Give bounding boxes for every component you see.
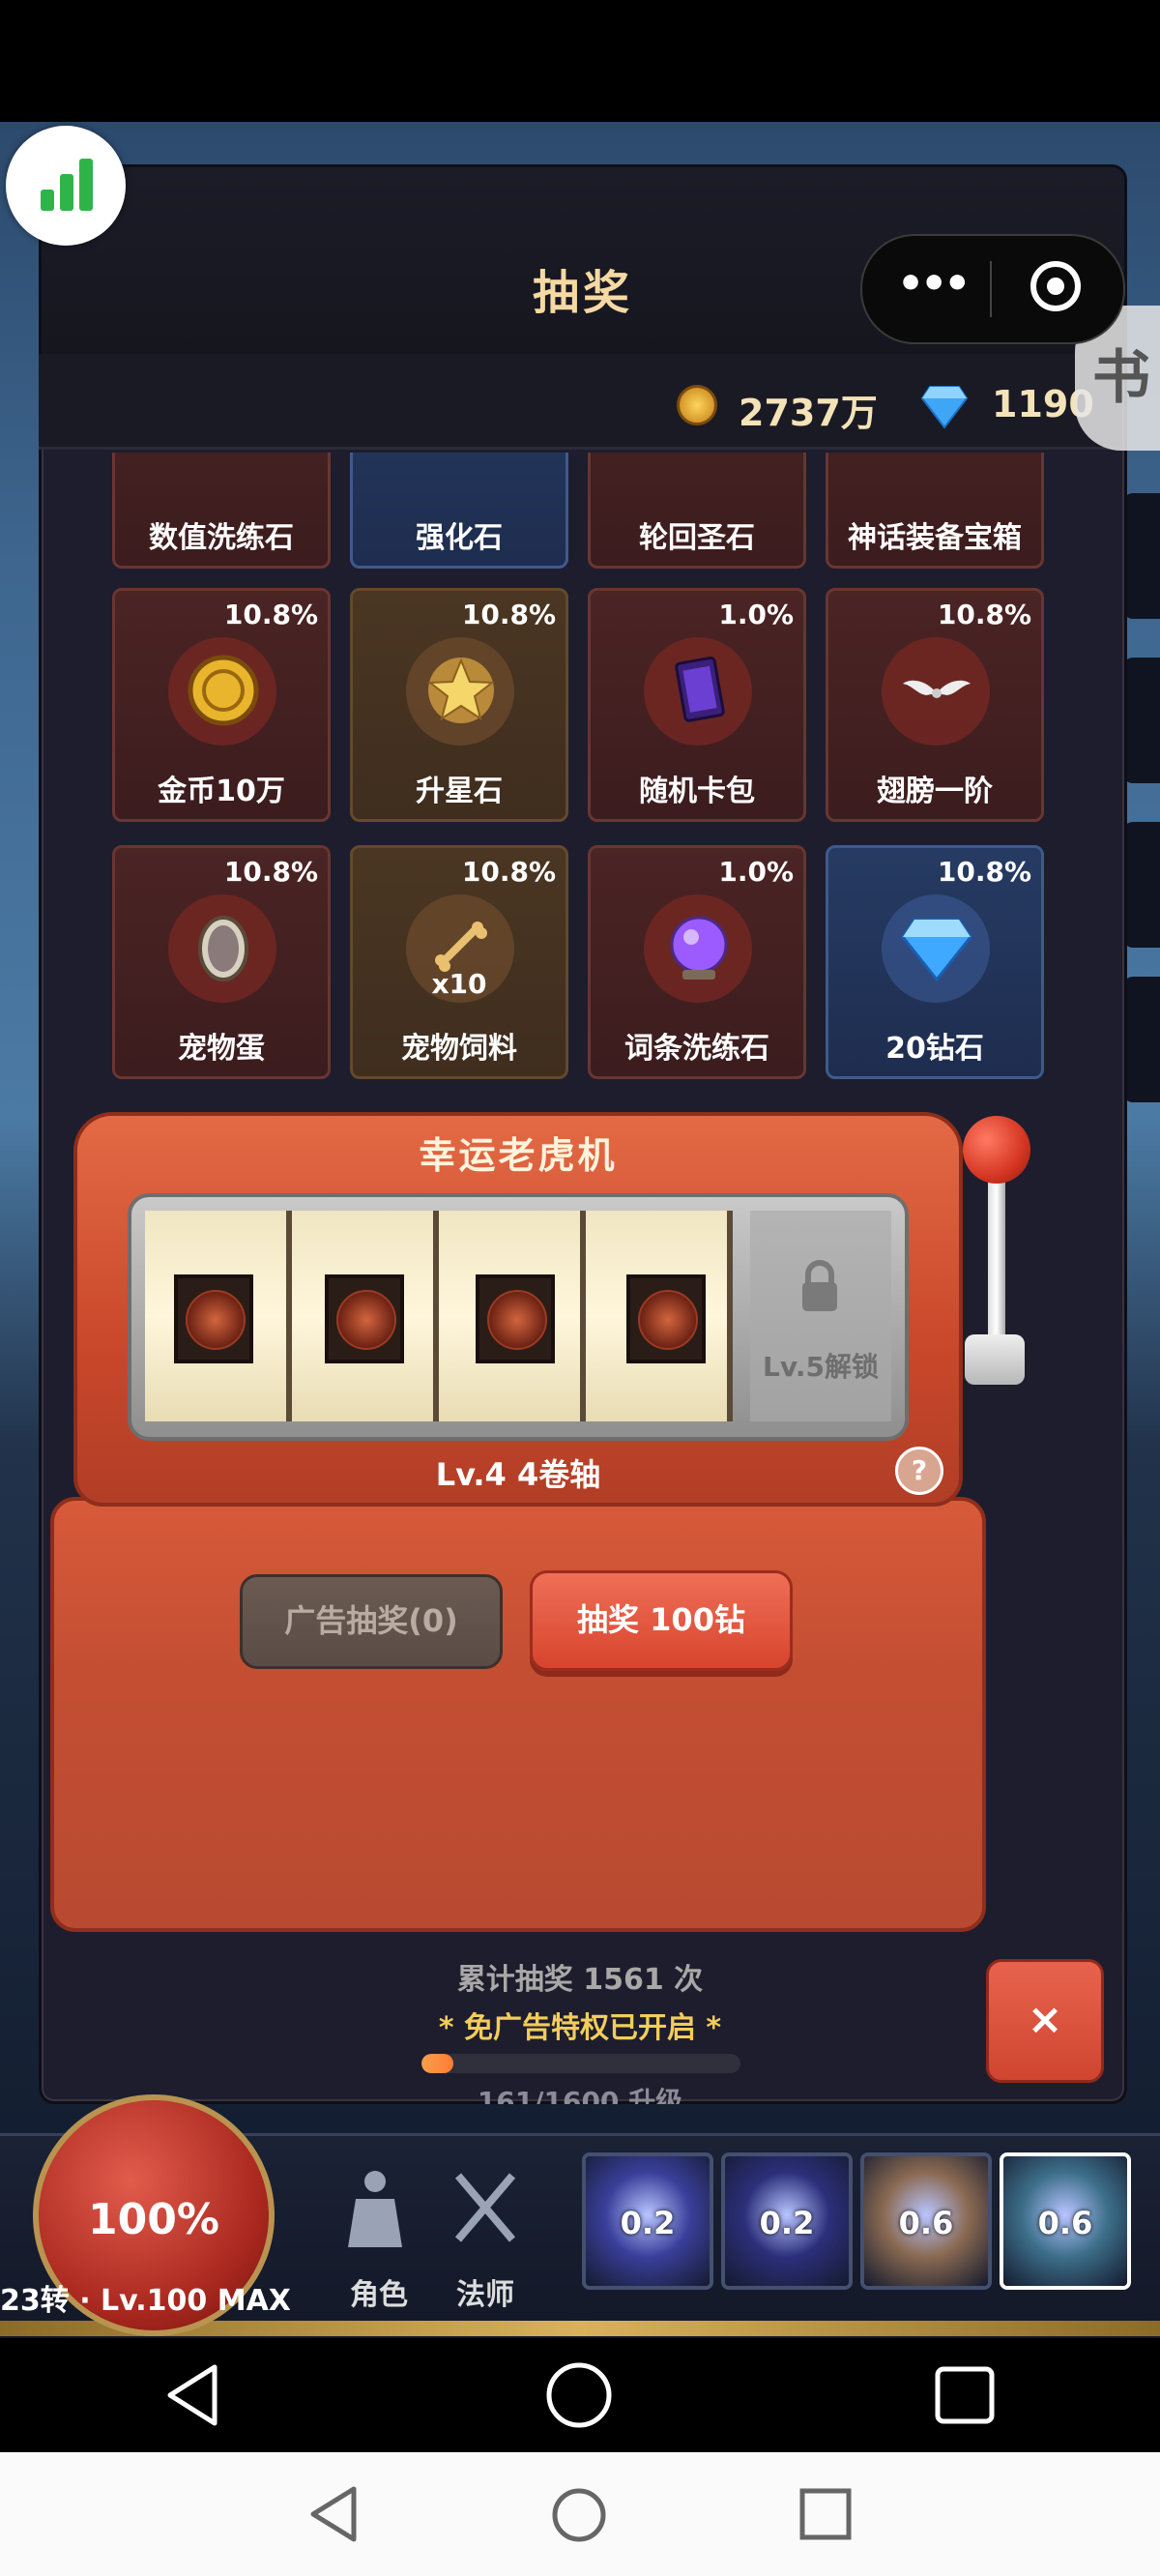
crossed-swords-icon[interactable] — [445, 2166, 526, 2253]
signal-badge[interactable] — [6, 126, 126, 246]
prize-rate: 10.8% — [937, 856, 1031, 888]
skill-slot-2[interactable]: 0.2 — [721, 2152, 853, 2290]
prize-name: 宠物蛋 — [178, 1032, 265, 1066]
prize-name: 20钻石 — [885, 1032, 984, 1066]
upgrade-progress-text: 161/1600 升级 — [477, 2086, 683, 2104]
character-label[interactable]: 角色 — [331, 2270, 427, 2313]
star-stone-icon — [427, 658, 495, 723]
slot-level: Lv.4 4卷轴 — [435, 1456, 601, 1493]
prize-cell-pet-food[interactable]: 10.8% x10 宠物饲料 — [350, 845, 568, 1079]
help-button[interactable]: ? — [895, 1447, 943, 1495]
prize-name: 词条洗练石 — [624, 1032, 769, 1066]
back-icon[interactable] — [307, 2485, 362, 2543]
total-draw-count: 累计抽奖 1561 次 — [456, 1963, 704, 1997]
recents-icon[interactable] — [934, 2365, 996, 2425]
slot-title: 幸运老虎机 — [419, 1134, 618, 1177]
prize-cell[interactable]: 神话装备宝箱 — [826, 453, 1044, 569]
player-level: 23转 · Lv.100 MAX — [0, 2284, 291, 2318]
locked-reel — [750, 1211, 891, 1421]
prize-cell-gold[interactable]: 10.8% 金币10万 — [112, 588, 331, 822]
prize-row-partial: 数值洗练石 x200 强化石 轮回圣石 神话装备宝箱 — [112, 453, 1067, 571]
pet-egg-icon — [198, 916, 248, 981]
prize-name: 金币10万 — [158, 775, 285, 808]
skill-cooldown: 0.2 — [759, 2205, 815, 2241]
skill-cooldown: 0.6 — [1037, 2205, 1093, 2241]
lever-handle[interactable] — [963, 1116, 1030, 1184]
prize-rate: 10.8% — [461, 599, 556, 630]
prize-rate: 10.8% — [223, 856, 318, 888]
skill-slot-1[interactable]: 0.2 — [582, 2152, 713, 2290]
side-tab[interactable] — [1123, 658, 1160, 783]
prize-name: 随机卡包 — [639, 775, 755, 808]
status-bar — [0, 0, 1160, 122]
prize-cell-affix-stone[interactable]: 1.0% 词条洗练石 — [588, 845, 806, 1079]
slot-machine-body — [50, 1497, 986, 1932]
side-tab[interactable] — [1123, 977, 1160, 1102]
prize-cell[interactable]: 轮回圣石 — [588, 453, 806, 569]
skill-cooldown: 0.6 — [898, 2205, 954, 2241]
prize-name: 翅膀一阶 — [877, 775, 993, 808]
mini-program-capsule: ••• — [860, 234, 1125, 344]
home-icon[interactable] — [545, 2361, 613, 2429]
scroll-rune-icon — [174, 1274, 253, 1363]
reel-divider — [727, 1211, 733, 1421]
prize-cell-star-stone[interactable]: 10.8% 升星石 — [350, 588, 568, 822]
prize-rate: 1.0% — [718, 599, 794, 630]
card-pack-icon — [675, 656, 725, 722]
back-icon[interactable] — [164, 2363, 222, 2427]
prize-badge: x10 — [431, 968, 487, 1000]
diamond-icon — [901, 918, 972, 982]
prize-cell-wings[interactable]: 10.8% 翅膀一阶 — [826, 588, 1044, 822]
ad-draw-button[interactable]: 广告抽奖(0) — [240, 1574, 503, 1669]
scroll-rune-icon — [476, 1274, 555, 1363]
close-button[interactable]: × — [986, 1959, 1104, 2083]
upgrade-progress-fill — [421, 2054, 453, 2073]
prize-name: 宠物饲料 — [401, 1032, 517, 1066]
prize-rate: 10.8% — [937, 599, 1031, 630]
close-mini-program-icon[interactable] — [1030, 261, 1081, 311]
character-icon[interactable] — [334, 2166, 416, 2253]
prize-cell-pet-egg[interactable]: 10.8% 宠物蛋 — [112, 845, 331, 1079]
more-icon[interactable]: ••• — [897, 259, 971, 308]
crystal-orb-icon — [670, 916, 728, 980]
scroll-rune-icon — [325, 1274, 404, 1363]
prize-rate: 1.0% — [718, 856, 794, 888]
capsule-divider — [990, 261, 992, 317]
prize-name: 强化石 — [416, 521, 503, 555]
prize-cell[interactable]: 数值洗练石 — [112, 453, 331, 569]
ad-free-status: * 免广告特权已开启 * — [438, 2011, 722, 2045]
prize-rate: 10.8% — [461, 856, 556, 888]
gold-amount: 2737万 — [739, 392, 878, 434]
unlock-requirement: Lv.5解锁 — [763, 1351, 879, 1383]
skill-slot-4[interactable]: 0.6 — [1000, 2152, 1131, 2290]
recents-icon[interactable] — [798, 2487, 853, 2541]
class-label[interactable]: 法师 — [437, 2270, 534, 2313]
scroll-rune-icon — [626, 1274, 706, 1363]
prize-cell-card-pack[interactable]: 1.0% 随机卡包 — [588, 588, 806, 822]
skill-slot-3[interactable]: 0.6 — [860, 2152, 992, 2290]
lock-icon — [802, 1260, 837, 1311]
lever-base — [965, 1334, 1025, 1385]
prize-rate: 10.8% — [223, 599, 318, 630]
lever-rod — [988, 1174, 1005, 1348]
home-icon[interactable] — [551, 2487, 607, 2543]
prize-name: 神话装备宝箱 — [848, 521, 1022, 555]
upgrade-progress-bar — [421, 2054, 740, 2073]
gold-coin-icon — [677, 385, 717, 425]
prize-name: 轮回圣石 — [639, 521, 755, 555]
wings-icon — [903, 680, 971, 698]
gold-coin-icon — [188, 655, 259, 726]
prize-cell[interactable]: x200 强化石 — [350, 453, 568, 569]
prize-cell-diamond[interactable]: 10.8% 20钻石 — [826, 845, 1044, 1079]
prize-name: 数值洗练石 — [149, 521, 294, 555]
hp-value: 100% — [88, 2195, 219, 2244]
side-tab[interactable] — [1123, 822, 1160, 948]
skill-cooldown: 0.2 — [620, 2205, 676, 2241]
draw-button[interactable]: 抽奖 100钻 — [530, 1570, 793, 1671]
side-tab[interactable] — [1123, 493, 1160, 619]
prize-name: 升星石 — [416, 775, 503, 808]
